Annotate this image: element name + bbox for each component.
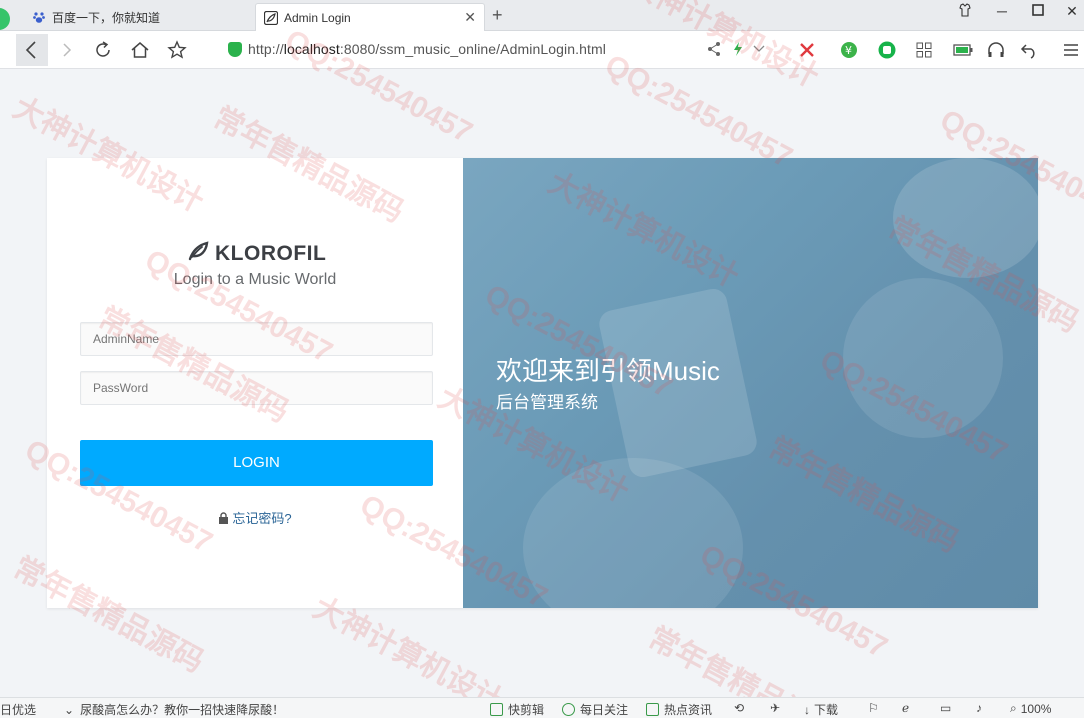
apps-grid-icon[interactable] — [915, 41, 933, 59]
minimize-icon[interactable]: ─ — [992, 3, 1012, 19]
zoom-magnifier-icon: ⌕ — [1010, 701, 1017, 715]
url-path: :8080/ssm_music_online/AdminLogin.html — [339, 41, 606, 57]
status-hot-news[interactable]: 热点资讯 — [646, 701, 712, 718]
zoom-level: 100% — [1020, 701, 1052, 716]
download-arrow-icon: ↓ — [804, 702, 810, 717]
klorofil-leaf-icon — [264, 10, 278, 25]
home-icon[interactable] — [129, 40, 151, 60]
status-window-icon[interactable]: ▭ — [940, 701, 951, 715]
forgot-password-label: 忘记密码? — [232, 511, 292, 526]
welcome-title: 欢迎来到引领Music — [496, 351, 720, 388]
skin-icon[interactable] — [955, 3, 975, 20]
share-icon[interactable] — [706, 41, 724, 59]
green-circle-icon[interactable] — [878, 41, 896, 59]
browser-tab-bar: 百度一下，你就知道 Admin Login ✕ + ─ ✕ — [0, 0, 1084, 31]
play-circle-icon — [562, 703, 575, 716]
maximize-icon[interactable] — [1028, 3, 1048, 19]
welcome-title-en: Music — [652, 356, 720, 386]
news-icon — [646, 703, 659, 716]
password-input[interactable] — [80, 371, 433, 405]
url-host: localhost — [283, 41, 340, 57]
status-pin-icon[interactable]: ✈ — [770, 701, 780, 715]
brand-name: KLOROFIL — [215, 241, 327, 265]
status-item-label: 下载 — [814, 703, 839, 717]
admin-name-input[interactable] — [80, 322, 433, 356]
headphones-icon[interactable] — [987, 41, 1005, 59]
clip-icon — [490, 703, 503, 716]
address-bar[interactable]: http://localhost:8080/ssm_music_online/A… — [248, 41, 606, 57]
tab-baidu[interactable]: 百度一下，你就知道 — [18, 3, 254, 31]
dropdown-chevron-icon[interactable] — [752, 41, 770, 59]
welcome-title-cn: 欢迎来到引领 — [496, 356, 653, 386]
status-news-text: 尿酸高怎么办？教你一招快速降尿酸！ — [80, 703, 285, 717]
back-button[interactable] — [16, 34, 48, 66]
status-flag-icon[interactable]: ⚐ — [868, 701, 879, 715]
login-form-panel: KLOROFIL Login to a Music World LOGIN 忘记… — [47, 158, 463, 608]
background-shape — [523, 458, 743, 608]
forgot-password-link[interactable]: 忘记密码? — [47, 508, 463, 527]
status-ie-icon[interactable]: ℯ — [902, 701, 909, 715]
login-subtitle: Login to a Music World — [173, 271, 337, 288]
baidu-paw-icon — [32, 10, 46, 24]
svg-text:¥: ¥ — [845, 44, 852, 57]
forward-icon[interactable] — [56, 40, 78, 60]
background-shape — [893, 158, 1038, 278]
lock-icon — [219, 511, 229, 524]
tab-title: Admin Login — [284, 10, 351, 25]
reload-icon[interactable] — [92, 40, 114, 60]
battery-icon[interactable] — [953, 41, 973, 59]
brand-logo: KLOROFIL — [187, 240, 326, 267]
menu-icon[interactable] — [1062, 41, 1080, 59]
status-news-item[interactable]: ⌄ 尿酸高怎么办？教你一招快速降尿酸！ — [64, 701, 284, 718]
welcome-hero-panel: 欢迎来到引领Music 后台管理系统 — [463, 158, 1038, 608]
status-sound-icon[interactable]: ♪ — [976, 701, 982, 715]
status-item-label: 每日关注 — [580, 703, 629, 717]
undo-icon[interactable] — [1020, 41, 1038, 59]
status-quick-clip[interactable]: 快剪辑 — [490, 701, 544, 718]
lightning-icon[interactable] — [730, 41, 748, 59]
status-left-label[interactable]: 日优选 — [0, 701, 36, 718]
login-button[interactable]: LOGIN — [80, 440, 433, 486]
status-rotate-icon[interactable]: ⟲ — [734, 701, 744, 715]
leaf-logo-icon — [187, 240, 209, 267]
scissors-icon[interactable] — [798, 41, 816, 59]
yen-shopping-icon[interactable]: ¥ — [840, 41, 858, 59]
tab-title: 百度一下，你就知道 — [52, 10, 161, 25]
tab-admin-login[interactable]: Admin Login ✕ — [255, 3, 485, 31]
status-download[interactable]: ↓ 下载 — [804, 701, 838, 718]
secure-shield-icon — [228, 42, 242, 57]
url-prefix: http:// — [248, 41, 284, 57]
browser-logo-icon[interactable] — [0, 8, 10, 30]
status-item-label: 热点资讯 — [664, 703, 713, 717]
zoom-control[interactable]: ⌕ 100% — [1010, 701, 1051, 716]
welcome-subtitle: 后台管理系统 — [496, 393, 598, 412]
status-daily-focus[interactable]: 每日关注 — [562, 701, 628, 718]
background-shape — [843, 278, 1003, 438]
browser-toolbar: http://localhost:8080/ssm_music_online/A… — [0, 31, 1084, 69]
browser-status-bar: 日优选 ⌄ 尿酸高怎么办？教你一招快速降尿酸！ 快剪辑 每日关注 热点资讯 ⟲ … — [0, 697, 1084, 718]
window-close-icon[interactable]: ✕ — [1062, 3, 1082, 20]
tab-close-icon[interactable]: ✕ — [464, 10, 476, 24]
status-item-label: 快剪辑 — [508, 703, 545, 717]
new-tab-icon[interactable]: + — [492, 5, 503, 26]
chevron-down-icon: ⌄ — [64, 702, 75, 717]
favorite-star-icon[interactable] — [166, 40, 188, 60]
login-card: KLOROFIL Login to a Music World LOGIN 忘记… — [47, 158, 1038, 608]
